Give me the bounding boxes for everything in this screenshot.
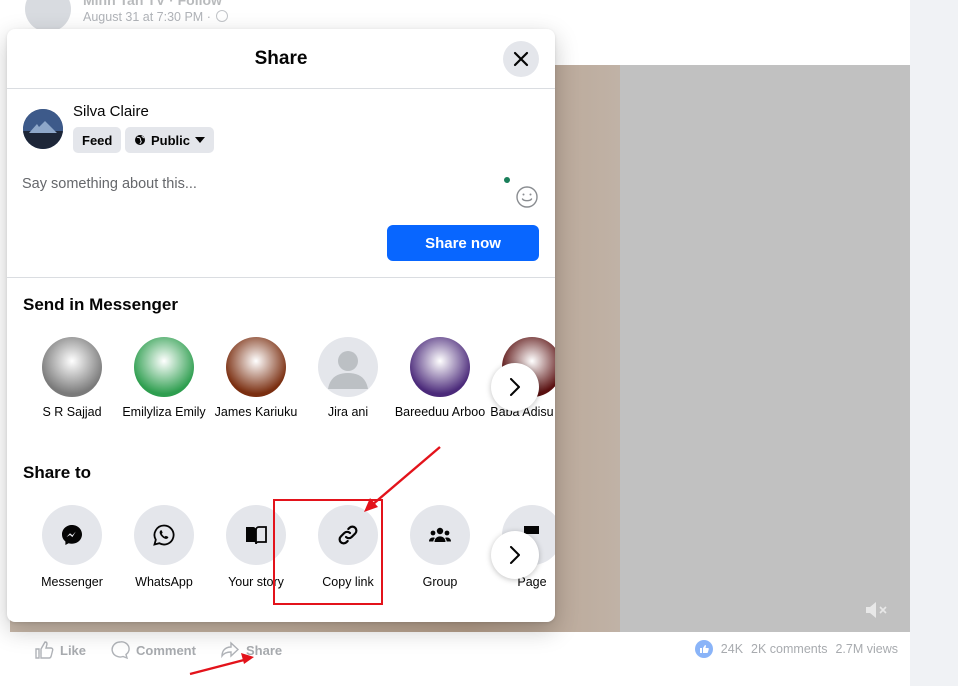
- contact-avatar: [410, 337, 470, 397]
- comment-button[interactable]: Comment: [110, 640, 196, 660]
- views-count: 2.7M views: [835, 642, 898, 656]
- comment-label: Comment: [136, 642, 196, 658]
- share-option-whatsapp[interactable]: WhatsApp: [118, 505, 210, 590]
- messenger-contact[interactable]: Jira ani: [302, 337, 394, 420]
- audience-label: Public: [151, 132, 191, 148]
- likes-count[interactable]: 24K: [721, 642, 743, 656]
- share-option-icon-circle: [410, 505, 470, 565]
- share-option-icon-circle: [42, 505, 102, 565]
- contact-name: Jira ani: [327, 405, 369, 419]
- contact-name: S R Sajjad: [42, 405, 102, 419]
- contacts-next-button[interactable]: [491, 363, 539, 411]
- messenger-contact[interactable]: S R Sajjad: [26, 337, 118, 420]
- close-button[interactable]: [503, 41, 539, 77]
- contact-avatar: [134, 337, 194, 397]
- share-option-icon-circle: [226, 505, 286, 565]
- destination-label: Feed: [82, 132, 113, 148]
- share-to-next-button[interactable]: [491, 531, 539, 579]
- share-now-button[interactable]: Share now: [387, 225, 539, 261]
- contact-avatar: [318, 337, 378, 397]
- messenger-icon: [60, 523, 84, 547]
- destination-selector[interactable]: Feed: [73, 127, 122, 153]
- like-button[interactable]: Like: [34, 640, 86, 660]
- globe-icon: [135, 135, 145, 145]
- thumbs-up-icon: [35, 641, 54, 659]
- divider: [7, 277, 555, 278]
- share-option-label: Group: [422, 575, 458, 589]
- share-option-label: WhatsApp: [135, 575, 193, 589]
- comment-icon: [111, 641, 130, 660]
- messenger-contacts-row: S R Sajjad Emilyliza Emily James Kariuku Ji…: [7, 337, 555, 447]
- comments-count[interactable]: 2K comments: [751, 642, 827, 656]
- messenger-contact[interactable]: Emilyliza Emily: [118, 337, 210, 420]
- post-author-name[interactable]: Minh Tan TV · Follow: [83, 0, 222, 8]
- share-option-label: Messenger: [41, 575, 103, 589]
- like-reaction-icon[interactable]: [694, 640, 713, 658]
- chevron-right-icon: [510, 546, 520, 564]
- contact-name: James Kariuku: [214, 405, 298, 419]
- share-option-your-story[interactable]: Your story: [210, 505, 302, 590]
- audience-selector[interactable]: Public: [125, 127, 215, 153]
- post-stats: 24K 2K comments 2.7M views: [694, 640, 898, 658]
- close-icon: [513, 51, 529, 67]
- contact-avatar: [226, 337, 286, 397]
- group-icon: [428, 523, 452, 547]
- share-option-label: Copy link: [322, 575, 374, 589]
- contact-avatar: [42, 337, 102, 397]
- video-letterbox: [620, 65, 910, 632]
- post-action-bar: Like Comment Share 24K 2K comments 2.7M …: [10, 640, 910, 674]
- speaker-muted-icon[interactable]: [864, 600, 890, 620]
- default-avatar-icon: [328, 351, 368, 389]
- chevron-right-icon: [510, 378, 520, 396]
- share-option-icon-circle: [134, 505, 194, 565]
- composer-user-name: Silva Claire: [73, 103, 149, 120]
- globe-icon: [216, 10, 228, 22]
- whatsapp-icon: [152, 523, 176, 547]
- link-icon: [336, 523, 360, 547]
- share-option-messenger[interactable]: Messenger: [26, 505, 118, 590]
- send-in-messenger-heading: Send in Messenger: [23, 295, 178, 314]
- share-button[interactable]: Share: [220, 640, 282, 660]
- post-date[interactable]: August 31 at 7:30 PM ·: [83, 10, 211, 24]
- book-icon: [244, 523, 268, 547]
- like-label: Like: [60, 642, 87, 658]
- dialog-title: Share: [254, 48, 308, 69]
- contact-name: Emilyliza Emily: [122, 405, 206, 419]
- share-option-label: Your story: [228, 575, 284, 589]
- share-label: Share: [246, 642, 283, 658]
- post-author-avatar[interactable]: [25, 0, 71, 32]
- emoji-icon[interactable]: [515, 185, 539, 209]
- messenger-contact[interactable]: James Kariuku: [210, 337, 302, 420]
- share-option-copy-link[interactable]: Copy link: [302, 505, 394, 590]
- caret-down-icon: [195, 137, 206, 143]
- share-to-heading: Share to: [23, 463, 92, 482]
- share-dialog: Share Silva Claire Feed Public Share now…: [7, 29, 555, 622]
- share-option-icon-circle: [318, 505, 378, 565]
- share-message-input[interactable]: [22, 172, 492, 196]
- share-option-group[interactable]: Group: [394, 505, 486, 590]
- share-arrow-icon: [221, 641, 240, 659]
- dialog-header: Share: [7, 29, 555, 89]
- messenger-contact[interactable]: Bareeduu Arboo: [394, 337, 486, 420]
- share-to-row: Messenger WhatsApp Your story Copy link Grou…: [7, 505, 555, 615]
- status-dot: [504, 177, 510, 183]
- contact-name: Bareeduu Arboo: [394, 405, 486, 419]
- composer-avatar[interactable]: [23, 109, 63, 149]
